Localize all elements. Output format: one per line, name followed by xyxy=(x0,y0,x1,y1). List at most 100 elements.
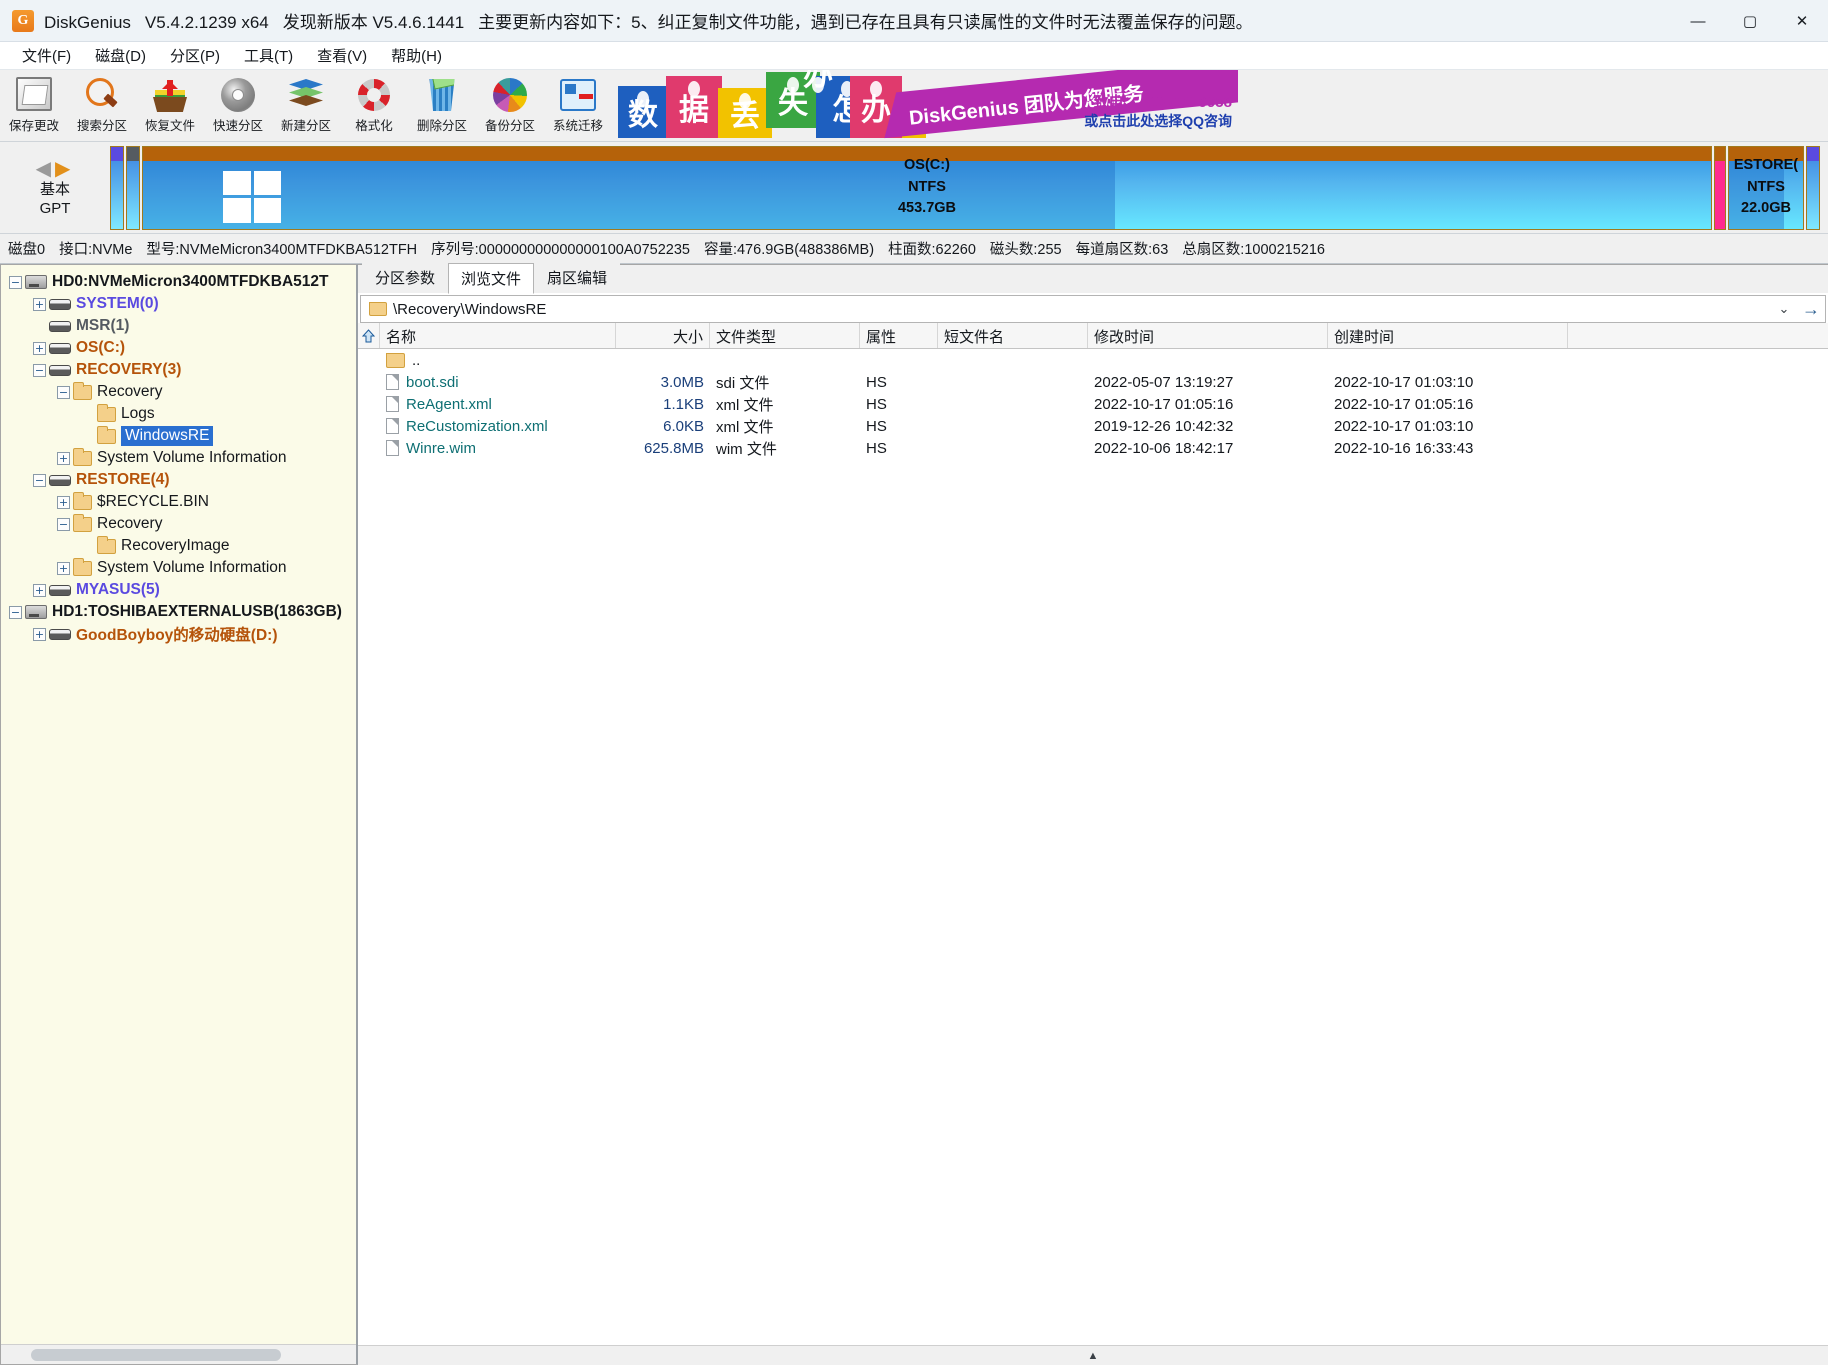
tree-horizontal-scrollbar[interactable] xyxy=(1,1344,356,1364)
tree-node[interactable]: + MYASUS(5) xyxy=(9,579,356,601)
tree-node[interactable]: − Recovery xyxy=(9,513,356,535)
tree-scrollbar-thumb[interactable] xyxy=(31,1348,281,1361)
disk-nav-arrows[interactable]: ◀▶ xyxy=(0,156,110,181)
tree-node-label: WindowsRE xyxy=(121,426,214,446)
expand-icon[interactable]: + xyxy=(33,297,46,311)
partition-block-gap[interactable] xyxy=(1714,145,1726,230)
collapse-icon[interactable]: − xyxy=(33,473,46,487)
menu-partition[interactable]: 分区(P) xyxy=(158,42,232,69)
menu-tools[interactable]: 工具(T) xyxy=(232,42,305,69)
maximize-button[interactable]: ▢ xyxy=(1724,0,1776,42)
column-header-created[interactable]: 创建时间 xyxy=(1328,323,1568,348)
path-input[interactable]: \Recovery\WindowsRE xyxy=(393,301,1771,318)
expand-icon[interactable]: + xyxy=(33,583,46,597)
menu-help[interactable]: 帮助(H) xyxy=(379,42,454,69)
collapse-icon[interactable]: − xyxy=(57,517,70,531)
minimize-button[interactable]: — xyxy=(1672,0,1724,42)
tree-node[interactable]: WindowsRE xyxy=(9,425,356,447)
banner-contact[interactable]: 致电：400-008-9958 或点击此处选择QQ咨询 xyxy=(1084,94,1232,130)
promo-banner[interactable]: 数 据 丢 失 怎 么 办 办 DiskGenius 团队为您服务 致电：400… xyxy=(618,70,1238,141)
close-button[interactable]: ✕ xyxy=(1776,0,1828,42)
tree-node[interactable]: + $RECYCLE.BIN xyxy=(9,491,356,513)
toolbar-backup-partition-button[interactable]: 备份分区 xyxy=(476,70,544,140)
partition-block-msr[interactable] xyxy=(126,145,140,230)
tree-node-label: HD0:NVMeMicron3400MTFDKBA512T xyxy=(52,273,329,290)
file-name-cell[interactable]: Winre.wim xyxy=(380,440,616,457)
menu-file[interactable]: 文件(F) xyxy=(10,42,83,69)
tree-node[interactable]: + System Volume Information xyxy=(9,447,356,469)
tree-node[interactable]: + GoodBoyboy的移动硬盘(D:) xyxy=(9,623,356,645)
column-header-modified[interactable]: 修改时间 xyxy=(1088,323,1328,348)
expand-caret-icon[interactable]: ▲ xyxy=(1088,1350,1099,1362)
toolbar-recover-file-button[interactable]: 恢复文件 xyxy=(136,70,204,140)
file-name-cell[interactable]: ReCustomization.xml xyxy=(380,418,616,435)
next-disk-icon[interactable]: ▶ xyxy=(55,158,74,180)
toolbar-format-button[interactable]: 格式化 xyxy=(340,70,408,140)
file-row[interactable]: ReAgent.xml 1.1KB xml 文件 HS 2022-10-17 01:05… xyxy=(358,393,1828,415)
file-row[interactable]: boot.sdi 3.0MB sdi 文件 HS 2022-05-07 13:19:27… xyxy=(358,371,1828,393)
tab-browse-files[interactable]: 浏览文件 xyxy=(448,263,535,294)
toolbar-new-partition-button[interactable]: 新建分区 xyxy=(272,70,340,140)
tree-node-label: $RECYCLE.BIN xyxy=(97,493,209,510)
file-name-cell[interactable]: .. xyxy=(380,352,616,369)
column-header-name[interactable]: 名称 xyxy=(380,323,616,348)
chevron-down-icon[interactable]: ⌄ xyxy=(1771,301,1797,317)
tree-node[interactable]: − RESTORE(4) xyxy=(9,469,356,491)
column-header-type[interactable]: 文件类型 xyxy=(710,323,860,348)
expand-icon[interactable]: + xyxy=(33,341,46,355)
banner-qq-link: 或点击此处选择QQ咨询 xyxy=(1084,112,1232,129)
menu-disk[interactable]: 磁盘(D) xyxy=(83,42,158,69)
toolbar-label: 保存更改 xyxy=(8,119,59,133)
prev-disk-icon[interactable]: ◀ xyxy=(36,158,55,180)
column-header-size[interactable]: 大小 xyxy=(616,323,710,348)
tree-node[interactable]: − HD0:NVMeMicron3400MTFDKBA512T xyxy=(9,271,356,293)
file-row[interactable]: Winre.wim 625.8MB wim 文件 HS 2022-10-06 18:42… xyxy=(358,437,1828,459)
file-row[interactable]: ReCustomization.xml 6.0KB xml 文件 HS 2019-12-… xyxy=(358,415,1828,437)
expand-icon[interactable]: + xyxy=(33,627,46,641)
file-name-cell[interactable]: boot.sdi xyxy=(380,374,616,391)
collapse-icon[interactable]: − xyxy=(9,605,22,619)
tree-node[interactable]: Logs xyxy=(9,403,356,425)
sort-ascending-icon[interactable] xyxy=(358,323,380,348)
file-name-cell[interactable]: ReAgent.xml xyxy=(380,396,616,413)
partition-block-os-c[interactable]: OS(C:) NTFS 453.7GB xyxy=(142,145,1712,230)
disk-serial: 序列号:000000000000000100A0752235 xyxy=(431,242,690,258)
tree-node[interactable]: − Recovery xyxy=(9,381,356,403)
menu-view[interactable]: 查看(V) xyxy=(305,42,379,69)
expand-icon[interactable]: + xyxy=(57,495,70,509)
toolbar-save-changes-button[interactable]: 保存更改 xyxy=(0,70,68,140)
file-size-cell: 1.1KB xyxy=(663,395,704,413)
path-bar[interactable]: \Recovery\WindowsRE ⌄ → xyxy=(360,295,1826,323)
toolbar-delete-partition-button[interactable]: 删除分区 xyxy=(408,70,476,140)
toolbar-system-migration-button[interactable]: 系统迁移 xyxy=(544,70,612,140)
collapse-icon[interactable]: − xyxy=(9,275,22,289)
file-row[interactable]: .. xyxy=(358,349,1828,371)
tree-node[interactable]: RecoveryImage xyxy=(9,535,356,557)
tab-sector-editor[interactable]: 扇区编辑 xyxy=(534,262,621,293)
tree-node[interactable]: MSR(1) xyxy=(9,315,356,337)
go-arrow-icon[interactable]: → xyxy=(1797,296,1825,322)
toolbar-quick-partition-button[interactable]: 快速分区 xyxy=(204,70,272,140)
partition-block-restore[interactable]: ESTORE( NTFS 22.0GB xyxy=(1728,145,1804,230)
column-header-short-name[interactable]: 短文件名 xyxy=(938,323,1088,348)
column-header-attributes[interactable]: 属性 xyxy=(860,323,938,348)
collapse-icon[interactable]: − xyxy=(57,385,70,399)
tree-node[interactable]: + System Volume Information xyxy=(9,557,356,579)
tab-partition-params[interactable]: 分区参数 xyxy=(362,262,449,293)
tree-node[interactable]: + OS(C:) xyxy=(9,337,356,359)
disk-heads: 磁头数:255 xyxy=(989,242,1062,258)
tree-node[interactable]: − RECOVERY(3) xyxy=(9,359,356,381)
tree-node[interactable]: − HD1:TOSHIBAEXTERNALUSB(1863GB) xyxy=(9,601,356,623)
collapse-icon[interactable]: − xyxy=(33,363,46,377)
tree-node[interactable]: + SYSTEM(0) xyxy=(9,293,356,315)
toolbar-label: 新建分区 xyxy=(280,119,331,133)
file-modified-cell: 2019-12-26 10:42:32 xyxy=(1094,417,1234,435)
file-name-text: ReAgent.xml xyxy=(406,395,492,413)
partition-block-myasus[interactable] xyxy=(1806,145,1820,230)
partition-block-system[interactable] xyxy=(110,145,124,230)
toolbar-search-partition-button[interactable]: 搜索分区 xyxy=(68,70,136,140)
new-partition-icon xyxy=(285,74,327,114)
expand-icon[interactable]: + xyxy=(57,561,70,575)
file-type-cell: xml 文件 xyxy=(716,396,774,414)
expand-icon[interactable]: + xyxy=(57,451,70,465)
